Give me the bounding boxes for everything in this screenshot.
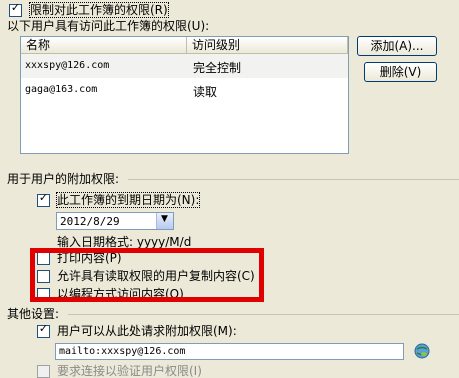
users-list[interactable]: 名称 访问级别 xxxspy@126.com 完全控制 gaga@163.com… (20, 36, 349, 154)
user-access-level: 完全控制 (193, 61, 242, 75)
user-name: gaga@163.com (25, 84, 98, 95)
expiry-date-value: 2012/8/29 (60, 215, 120, 228)
column-header-name[interactable]: 名称 (21, 37, 187, 54)
expires-label: 此工作簿的到期日期为(N): (55, 192, 201, 208)
restrict-checkbox[interactable]: ✓ (9, 1, 22, 17)
remove-user-button[interactable]: 删除(V) (364, 62, 437, 82)
table-row[interactable]: gaga@163.com 读取 (21, 78, 348, 102)
globe-icon[interactable] (414, 343, 430, 359)
column-header-access-level[interactable]: 访问级别 (187, 37, 348, 54)
verify-permissions-checkbox[interactable] (37, 365, 50, 378)
extra-permissions-title: 用于用户的附加权限: (7, 172, 120, 186)
group-divider (128, 179, 459, 180)
group-divider (68, 314, 459, 315)
date-format-hint: 输入日期格式: yyyy/M/d (57, 235, 192, 249)
add-user-button[interactable]: 添加(A)... (357, 36, 437, 56)
other-settings-title: 其他设置: (7, 307, 60, 321)
expiry-date-picker[interactable]: 2012/8/29 ▼ (56, 212, 174, 230)
expires-checkbox[interactable]: ✓ (37, 191, 50, 207)
request-mailto-field[interactable]: mailto:xxxspy@126.com (55, 343, 404, 360)
checkmark-icon: ✓ (38, 322, 49, 335)
chevron-down-icon: ▼ (161, 214, 168, 224)
user-name: xxxspy@126.com (25, 60, 110, 71)
users-list-label: 以下用户具有访问此工作簿的权限(U): (7, 19, 210, 33)
request-mailto-value: mailto:xxxspy@126.com (59, 346, 186, 357)
request-permissions-checkbox[interactable]: ✓ (37, 322, 50, 338)
user-access-level: 读取 (193, 85, 218, 99)
dropdown-button[interactable]: ▼ (156, 213, 173, 229)
table-row[interactable]: xxxspy@126.com 完全控制 (21, 54, 348, 78)
checkmark-icon: ✓ (10, 1, 21, 14)
request-permissions-label: 用户可以从此处请求附加权限(M): (57, 324, 237, 338)
restrict-label: 限制对此工作簿的权限(R) (29, 2, 169, 18)
checkmark-icon: ✓ (38, 191, 49, 204)
highlight-box (30, 248, 264, 302)
verify-permissions-label: 要求连接以验证用户权限(I) (57, 364, 202, 378)
